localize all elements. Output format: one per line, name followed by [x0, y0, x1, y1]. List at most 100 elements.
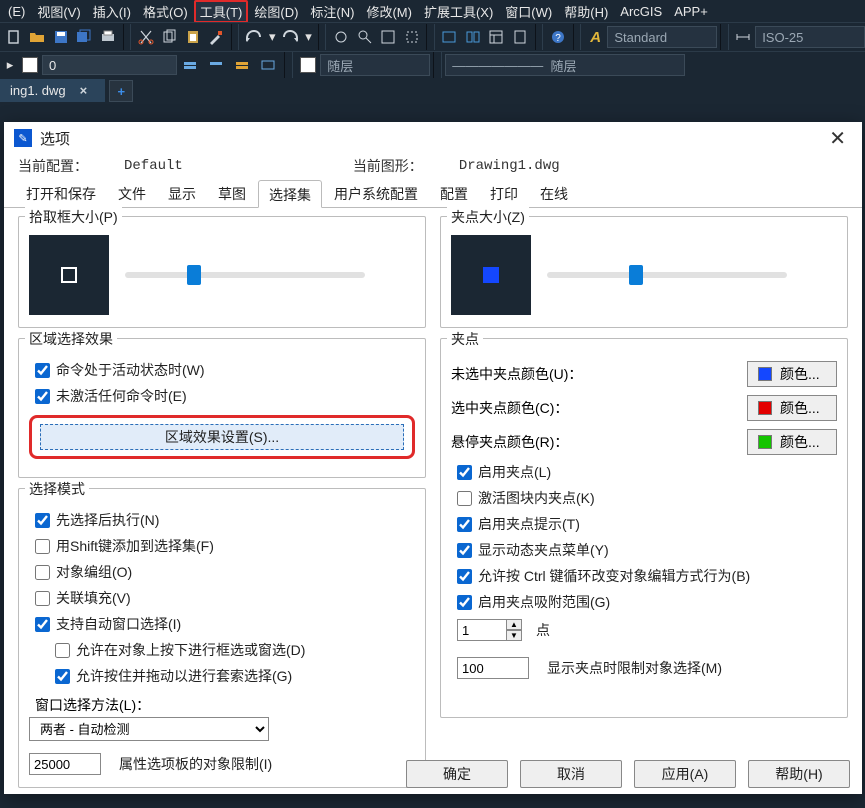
layer-props-icon[interactable]: ▸	[3, 53, 17, 77]
pickbox-slider[interactable]	[125, 272, 365, 278]
chk-object-group[interactable]: 对象编组(O)	[29, 559, 415, 585]
menu-item-1[interactable]: 视图(V)	[31, 0, 86, 22]
cancel-button[interactable]: 取消	[520, 760, 622, 788]
spin-down[interactable]: ▼	[506, 630, 522, 641]
menu-item-12[interactable]: APP+	[668, 2, 714, 21]
print-icon[interactable]	[97, 25, 119, 49]
new-tab-button[interactable]: +	[109, 80, 133, 102]
dialog-tab-8[interactable]: 在线	[530, 180, 578, 207]
chk-grip-tips[interactable]: 启用夹点提示(T)	[451, 511, 837, 537]
dialog-tab-2[interactable]: 显示	[158, 180, 206, 207]
saveall-icon[interactable]	[74, 25, 96, 49]
menu-item-5[interactable]: 绘图(D)	[248, 0, 304, 22]
layer-tool-icon-4[interactable]	[256, 53, 280, 77]
chk-auto-window[interactable]: 支持自动窗口选择(I)	[29, 611, 415, 637]
save-icon[interactable]	[50, 25, 72, 49]
textstyle-icon[interactable]: A	[585, 25, 607, 49]
layout1-icon[interactable]	[439, 25, 461, 49]
dimstyle-icon[interactable]	[733, 25, 755, 49]
dialog-tab-7[interactable]: 打印	[480, 180, 528, 207]
dialog-tab-0[interactable]: 打开和保存	[16, 180, 106, 207]
pan-icon[interactable]	[330, 25, 352, 49]
pickbox-group: 拾取框大小(P)	[18, 216, 426, 328]
grip-object-limit-input[interactable]	[457, 657, 529, 679]
object-limit-input[interactable]	[29, 753, 101, 775]
chk-cmd-none[interactable]: 未激活任何命令时(E)	[29, 383, 415, 409]
region-effect-settings-button[interactable]: 区域效果设置(S)...	[40, 424, 404, 450]
options-dialog: ✎ 选项 ✕ 当前配置： Default 当前图形： Drawing1.dwg …	[4, 122, 862, 794]
layer-tool-icon-3[interactable]	[230, 53, 254, 77]
layer-tool-icon-1[interactable]	[178, 53, 202, 77]
window-method-select[interactable]: 两者 - 自动检测	[29, 717, 269, 741]
grip-color-hover-button[interactable]: 颜色...	[747, 429, 837, 455]
layer-color-swatch[interactable]	[22, 57, 38, 73]
current-drawing-value: Drawing1.dwg	[459, 158, 560, 174]
grip-color-selected-button[interactable]: 颜色...	[747, 395, 837, 421]
layer-dropdown[interactable]: 0	[42, 55, 177, 75]
open-icon[interactable]	[27, 25, 49, 49]
apply-button[interactable]: 应用(A)	[634, 760, 736, 788]
dialog-tab-3[interactable]: 草图	[208, 180, 256, 207]
close-button[interactable]: ✕	[823, 124, 852, 153]
chk-dyn-grip-menu[interactable]: 显示动态夹点菜单(Y)	[451, 537, 837, 563]
menu-item-4[interactable]: 工具(T)	[194, 0, 249, 22]
color-dropdown[interactable]: 随层	[320, 54, 430, 76]
menu-item-7[interactable]: 修改(M)	[360, 0, 418, 22]
redo-dropdown-icon[interactable]: ▾	[303, 25, 314, 49]
paste-icon[interactable]	[182, 25, 204, 49]
menubar: (E)视图(V)插入(I)格式(O)工具(T)绘图(D)标注(N)修改(M)扩展…	[0, 0, 865, 22]
chk-shift-add[interactable]: 用Shift键添加到选择集(F)	[29, 533, 415, 559]
region-effect-legend: 区域选择效果	[25, 329, 117, 349]
chk-press-drag-box[interactable]: 允许在对象上按下进行框选或窗选(D)	[29, 637, 415, 663]
cut-icon[interactable]	[135, 25, 157, 49]
redo-icon[interactable]	[280, 25, 302, 49]
dialog-tab-5[interactable]: 用户系统配置	[324, 180, 428, 207]
dialog-tab-6[interactable]: 配置	[430, 180, 478, 207]
grip-object-limit-label: 显示夹点时限制对象选择(M)	[547, 658, 722, 678]
chk-noun-verb[interactable]: 先选择后执行(N)	[29, 507, 415, 533]
grip-color-unselected-button[interactable]: 颜色...	[747, 361, 837, 387]
undo-icon[interactable]	[243, 25, 265, 49]
layout2-icon[interactable]	[462, 25, 484, 49]
menu-item-10[interactable]: 帮助(H)	[558, 0, 614, 22]
menu-item-8[interactable]: 扩展工具(X)	[418, 0, 499, 22]
new-icon[interactable]	[3, 25, 25, 49]
chk-ctrl-cycle[interactable]: 允许按 Ctrl 键循环改变对象编辑方式行为(B)	[451, 563, 837, 589]
chk-press-lasso[interactable]: 允许按住并拖动以进行套索选择(G)	[29, 663, 415, 689]
menu-item-6[interactable]: 标注(N)	[304, 0, 360, 22]
chk-cmd-active[interactable]: 命令处于活动状态时(W)	[29, 357, 415, 383]
help-button[interactable]: 帮助(H)	[748, 760, 850, 788]
close-tab-icon[interactable]: ×	[80, 83, 88, 98]
calc-icon[interactable]	[509, 25, 531, 49]
properties-icon[interactable]	[486, 25, 508, 49]
gripsize-slider[interactable]	[547, 272, 787, 278]
ok-button[interactable]: 确定	[406, 760, 508, 788]
menu-item-0[interactable]: (E)	[2, 2, 31, 21]
dim-style-dropdown[interactable]: ISO-25	[755, 26, 865, 48]
layer-tool-icon-2[interactable]	[204, 53, 228, 77]
menu-item-2[interactable]: 插入(I)	[87, 0, 137, 22]
grip-snap-spinner[interactable]: ▲▼	[457, 619, 522, 641]
grip-snap-value[interactable]	[457, 619, 507, 641]
chk-block-grips[interactable]: 激活图块内夹点(K)	[451, 485, 837, 511]
menu-item-3[interactable]: 格式(O)	[137, 0, 194, 22]
zoom-window-icon[interactable]	[377, 25, 399, 49]
dialog-tab-4[interactable]: 选择集	[258, 180, 322, 208]
zoom-extents-icon[interactable]	[401, 25, 423, 49]
chk-grip-snap-range[interactable]: 启用夹点吸附范围(G)	[451, 589, 837, 615]
chk-assoc-hatch[interactable]: 关联填充(V)	[29, 585, 415, 611]
menu-item-9[interactable]: 窗口(W)	[499, 0, 558, 22]
dialog-tab-1[interactable]: 文件	[108, 180, 156, 207]
chk-enable-grips[interactable]: 启用夹点(L)	[451, 459, 837, 485]
matchprop-icon[interactable]	[206, 25, 228, 49]
color-swatch[interactable]	[300, 57, 316, 73]
spin-up[interactable]: ▲	[506, 619, 522, 630]
linetype-dropdown[interactable]: ——————— 随层	[445, 54, 685, 76]
zoom-icon[interactable]	[354, 25, 376, 49]
undo-dropdown-icon[interactable]: ▾	[267, 25, 278, 49]
file-tab-active[interactable]: ing1. dwg ×	[0, 79, 105, 102]
copy-icon[interactable]	[158, 25, 180, 49]
help-icon[interactable]: ?	[547, 25, 569, 49]
menu-item-11[interactable]: ArcGIS	[614, 2, 668, 21]
text-style-dropdown[interactable]: Standard	[607, 26, 717, 48]
